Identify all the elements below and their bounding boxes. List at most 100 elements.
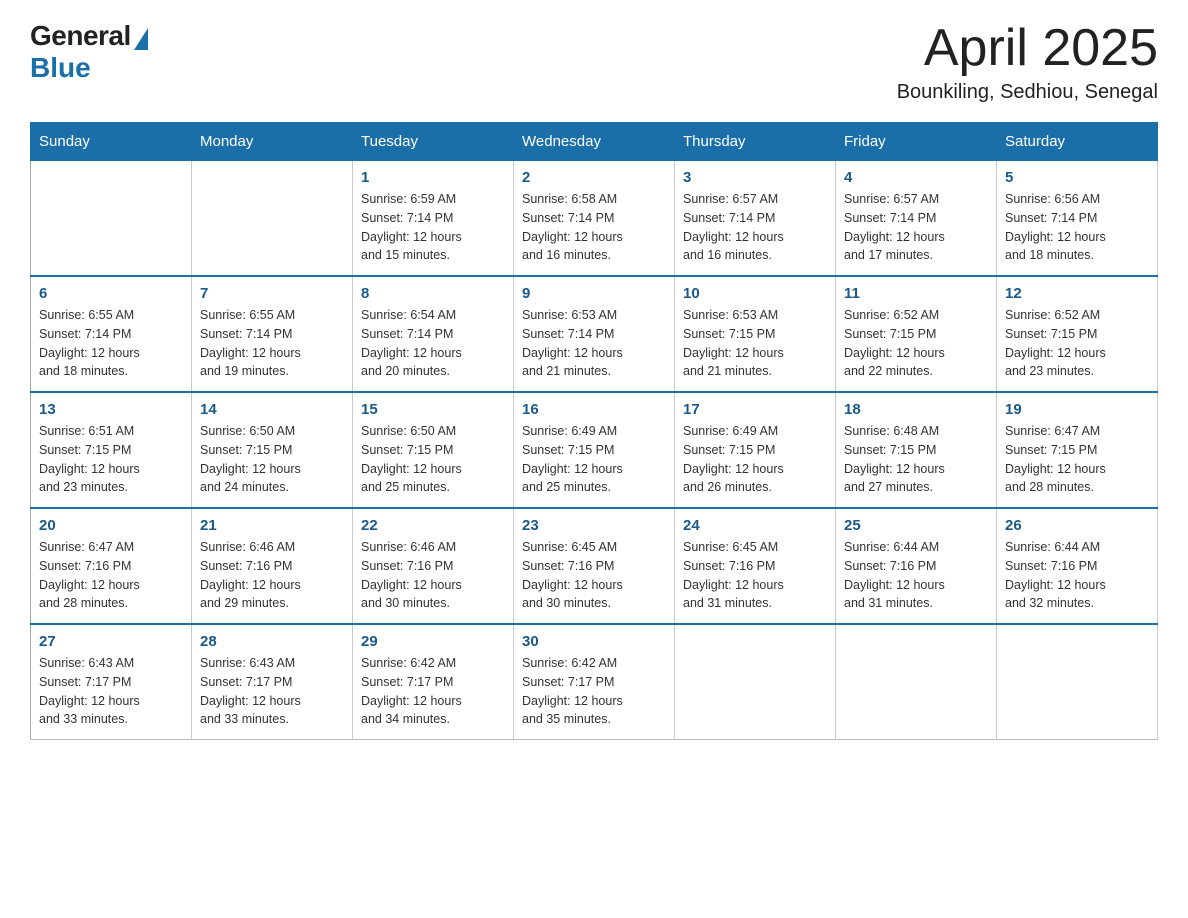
- day-info: Sunrise: 6:45 AMSunset: 7:16 PMDaylight:…: [522, 538, 666, 613]
- day-number: 1: [361, 169, 505, 186]
- day-info: Sunrise: 6:52 AMSunset: 7:15 PMDaylight:…: [1005, 306, 1149, 381]
- calendar-day-cell: 21Sunrise: 6:46 AMSunset: 7:16 PMDayligh…: [192, 508, 353, 624]
- day-number: 18: [844, 401, 988, 418]
- day-number: 14: [200, 401, 344, 418]
- calendar-day-cell: [192, 161, 353, 277]
- calendar-week-row: 6Sunrise: 6:55 AMSunset: 7:14 PMDaylight…: [31, 276, 1158, 392]
- day-number: 26: [1005, 517, 1149, 534]
- day-info: Sunrise: 6:43 AMSunset: 7:17 PMDaylight:…: [200, 654, 344, 729]
- calendar-day-cell: 14 Sunrise: 6:50 AMSunset: 7:15 PMDayligh…: [192, 392, 353, 508]
- day-info: Sunrise: 6:48 AMSunset: 7:15 PMDaylight:…: [844, 422, 988, 497]
- calendar-day-cell: [997, 624, 1158, 740]
- day-number: 13: [39, 401, 183, 418]
- day-info: Sunrise: 6:47 AMSunset: 7:16 PMDaylight:…: [39, 538, 183, 613]
- day-number: 2: [522, 169, 666, 186]
- day-info: Sunrise: 6:47 AMSunset: 7:15 PMDaylight:…: [1005, 422, 1149, 497]
- calendar-table: SundayMondayTuesdayWednesdayThursdayFrid…: [30, 122, 1158, 740]
- day-info: Sunrise: 6:52 AMSunset: 7:15 PMDaylight:…: [844, 306, 988, 381]
- day-info: Sunrise: 6:43 AMSunset: 7:17 PMDaylight:…: [39, 654, 183, 729]
- calendar-day-cell: 20 Sunrise: 6:47 AMSunset: 7:16 PMDayligh…: [31, 508, 192, 624]
- calendar-day-cell: 9 Sunrise: 6:53 AMSunset: 7:14 PMDaylight…: [514, 276, 675, 392]
- calendar-day-cell: 19 Sunrise: 6:47 AMSunset: 7:15 PMDayligh…: [997, 392, 1158, 508]
- day-number: 24: [683, 517, 827, 534]
- calendar-day-cell: 5 Sunrise: 6:56 AMSunset: 7:14 PMDaylight…: [997, 161, 1158, 277]
- day-number: 15: [361, 401, 505, 418]
- calendar-day-cell: 3 Sunrise: 6:57 AMSunset: 7:14 PMDaylight…: [675, 161, 836, 277]
- day-info: Sunrise: 6:53 AMSunset: 7:14 PMDaylight:…: [522, 306, 666, 381]
- calendar-day-cell: [836, 624, 997, 740]
- day-info: Sunrise: 6:53 AMSunset: 7:15 PMDaylight:…: [683, 306, 827, 381]
- calendar-day-cell: 15 Sunrise: 6:50 AMSunset: 7:15 PMDayligh…: [353, 392, 514, 508]
- day-info: Sunrise: 6:51 AMSunset: 7:15 PMDaylight:…: [39, 422, 183, 497]
- calendar-day-cell: 12 Sunrise: 6:52 AMSunset: 7:15 PMDayligh…: [997, 276, 1158, 392]
- day-of-week-header: Thursday: [675, 123, 836, 161]
- day-info: Sunrise: 6:42 AMSunset: 7:17 PMDaylight:…: [361, 654, 505, 729]
- calendar-day-cell: 27Sunrise: 6:43 AMSunset: 7:17 PMDayligh…: [31, 624, 192, 740]
- day-of-week-header: Saturday: [997, 123, 1158, 161]
- day-number: 10: [683, 285, 827, 302]
- location-subtitle: Bounkiling, Sedhiou, Senegal: [897, 81, 1158, 104]
- days-of-week-row: SundayMondayTuesdayWednesdayThursdayFrid…: [31, 123, 1158, 161]
- day-info: Sunrise: 6:45 AMSunset: 7:16 PMDaylight:…: [683, 538, 827, 613]
- day-info: Sunrise: 6:49 AMSunset: 7:15 PMDaylight:…: [683, 422, 827, 497]
- day-info: Sunrise: 6:58 AMSunset: 7:14 PMDaylight:…: [522, 190, 666, 265]
- calendar-day-cell: [675, 624, 836, 740]
- calendar-day-cell: 13 Sunrise: 6:51 AMSunset: 7:15 PMDayligh…: [31, 392, 192, 508]
- calendar-day-cell: [31, 161, 192, 277]
- page-header: General Blue April 2025 Bounkiling, Sedh…: [30, 20, 1158, 104]
- day-info: Sunrise: 6:56 AMSunset: 7:14 PMDaylight:…: [1005, 190, 1149, 265]
- day-number: 30: [522, 633, 666, 650]
- day-number: 5: [1005, 169, 1149, 186]
- calendar-day-cell: 6Sunrise: 6:55 AMSunset: 7:14 PMDaylight…: [31, 276, 192, 392]
- day-number: 11: [844, 285, 988, 302]
- day-number: 12: [1005, 285, 1149, 302]
- day-number: 7: [200, 285, 344, 302]
- day-number: 8: [361, 285, 505, 302]
- calendar-week-row: 13 Sunrise: 6:51 AMSunset: 7:15 PMDayligh…: [31, 392, 1158, 508]
- day-info: Sunrise: 6:46 AMSunset: 7:16 PMDaylight:…: [361, 538, 505, 613]
- calendar-body: 1 Sunrise: 6:59 AMSunset: 7:14 PMDaylight…: [31, 161, 1158, 740]
- day-info: Sunrise: 6:42 AMSunset: 7:17 PMDaylight:…: [522, 654, 666, 729]
- day-info: Sunrise: 6:59 AMSunset: 7:14 PMDaylight:…: [361, 190, 505, 265]
- day-info: Sunrise: 6:49 AMSunset: 7:15 PMDaylight:…: [522, 422, 666, 497]
- calendar-day-cell: 16Sunrise: 6:49 AMSunset: 7:15 PMDayligh…: [514, 392, 675, 508]
- calendar-day-cell: 1 Sunrise: 6:59 AMSunset: 7:14 PMDaylight…: [353, 161, 514, 277]
- day-number: 25: [844, 517, 988, 534]
- day-number: 28: [200, 633, 344, 650]
- day-info: Sunrise: 6:44 AMSunset: 7:16 PMDaylight:…: [1005, 538, 1149, 613]
- calendar-day-cell: 23Sunrise: 6:45 AMSunset: 7:16 PMDayligh…: [514, 508, 675, 624]
- calendar-week-row: 27Sunrise: 6:43 AMSunset: 7:17 PMDayligh…: [31, 624, 1158, 740]
- day-info: Sunrise: 6:50 AMSunset: 7:15 PMDaylight:…: [361, 422, 505, 497]
- calendar-day-cell: 7 Sunrise: 6:55 AMSunset: 7:14 PMDaylight…: [192, 276, 353, 392]
- day-info: Sunrise: 6:46 AMSunset: 7:16 PMDaylight:…: [200, 538, 344, 613]
- day-number: 29: [361, 633, 505, 650]
- calendar-day-cell: 26 Sunrise: 6:44 AMSunset: 7:16 PMDayligh…: [997, 508, 1158, 624]
- logo-triangle-icon: [134, 28, 148, 50]
- day-number: 22: [361, 517, 505, 534]
- calendar-header: SundayMondayTuesdayWednesdayThursdayFrid…: [31, 123, 1158, 161]
- day-number: 17: [683, 401, 827, 418]
- day-info: Sunrise: 6:57 AMSunset: 7:14 PMDaylight:…: [683, 190, 827, 265]
- day-number: 3: [683, 169, 827, 186]
- calendar-day-cell: 10 Sunrise: 6:53 AMSunset: 7:15 PMDayligh…: [675, 276, 836, 392]
- day-info: Sunrise: 6:55 AMSunset: 7:14 PMDaylight:…: [200, 306, 344, 381]
- logo-general-text: General: [30, 20, 131, 52]
- day-of-week-header: Wednesday: [514, 123, 675, 161]
- day-of-week-header: Tuesday: [353, 123, 514, 161]
- logo-blue-text: Blue: [30, 52, 91, 84]
- day-info: Sunrise: 6:55 AMSunset: 7:14 PMDaylight:…: [39, 306, 183, 381]
- calendar-day-cell: 22 Sunrise: 6:46 AMSunset: 7:16 PMDayligh…: [353, 508, 514, 624]
- calendar-day-cell: 2 Sunrise: 6:58 AMSunset: 7:14 PMDaylight…: [514, 161, 675, 277]
- month-year-title: April 2025: [897, 20, 1158, 77]
- calendar-day-cell: 24 Sunrise: 6:45 AMSunset: 7:16 PMDayligh…: [675, 508, 836, 624]
- calendar-day-cell: 28 Sunrise: 6:43 AMSunset: 7:17 PMDayligh…: [192, 624, 353, 740]
- day-number: 19: [1005, 401, 1149, 418]
- logo: General Blue: [30, 20, 148, 84]
- calendar-week-row: 20 Sunrise: 6:47 AMSunset: 7:16 PMDayligh…: [31, 508, 1158, 624]
- header-right: April 2025 Bounkiling, Sedhiou, Senegal: [897, 20, 1158, 104]
- calendar-day-cell: 30 Sunrise: 6:42 AMSunset: 7:17 PMDayligh…: [514, 624, 675, 740]
- day-info: Sunrise: 6:50 AMSunset: 7:15 PMDaylight:…: [200, 422, 344, 497]
- day-number: 9: [522, 285, 666, 302]
- calendar-day-cell: 29 Sunrise: 6:42 AMSunset: 7:17 PMDayligh…: [353, 624, 514, 740]
- day-number: 20: [39, 517, 183, 534]
